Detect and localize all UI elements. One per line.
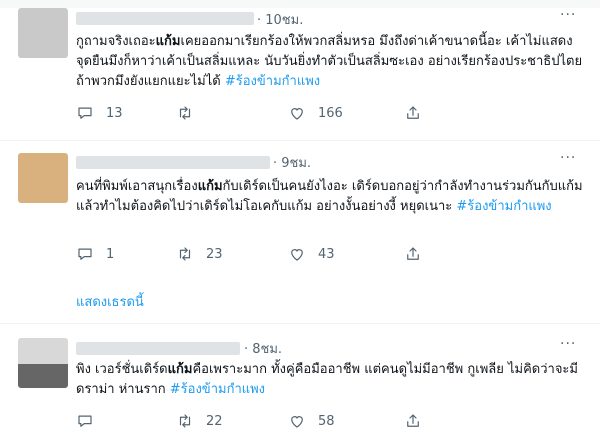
user-name-blurred[interactable] — [76, 12, 254, 25]
like-button[interactable]: 58 — [288, 412, 335, 430]
share-icon — [407, 106, 419, 119]
like-icon — [291, 108, 303, 120]
tweet-time[interactable]: · 9ชม. — [273, 152, 311, 173]
retweet-icon — [179, 414, 191, 428]
tweet-text: กูถามจริงเถอะแก้มเคยออกมาเรียกร้องให้พวก… — [76, 34, 583, 89]
avatar[interactable] — [18, 338, 68, 388]
tweet-actions: 22 58 — [76, 412, 576, 434]
tweet-text: พิง เวอร์ชั่นเดิร์ดแก้มคือเพราะมาก ทั้งค… — [76, 362, 578, 397]
share-button[interactable] — [404, 104, 434, 122]
reply-icon — [78, 107, 92, 119]
user-name-blurred[interactable] — [76, 342, 240, 355]
avatar[interactable] — [18, 153, 68, 203]
reply-icon — [78, 248, 92, 260]
tweet-actions: 13 166 — [76, 104, 576, 126]
hashtag-link[interactable]: #ร้องข้ามกำแพง — [456, 199, 551, 214]
retweet-button[interactable] — [176, 104, 206, 122]
tweet-text: คนที่พิมพ์เอาสนุกเรื่องแก้มกับเดิร์ดเป็น… — [76, 179, 583, 214]
avatar[interactable] — [18, 8, 68, 58]
tweet-time[interactable]: · 8ชม. — [244, 338, 282, 359]
retweet-icon — [179, 106, 191, 120]
more-icon[interactable]: ··· — [560, 336, 576, 352]
hashtag-link[interactable]: #ร้องข้ามกำแพง — [170, 382, 265, 397]
like-button[interactable]: 166 — [288, 104, 343, 122]
retweet-icon — [179, 247, 191, 261]
share-icon — [407, 247, 419, 260]
tweet-3[interactable]: · 8ชม. ··· พิง เวอร์ชั่นเดิร์ดแก้มคือเพร… — [0, 324, 600, 442]
retweet-button[interactable]: 23 — [176, 245, 223, 263]
like-icon — [291, 249, 303, 261]
user-name-blurred[interactable] — [76, 156, 270, 169]
show-thread-link[interactable]: แสดงเธรดนี้ — [76, 291, 144, 312]
tweet-actions: 1 23 43 — [76, 245, 576, 267]
share-button[interactable] — [404, 412, 434, 430]
reply-icon — [78, 415, 92, 427]
like-button[interactable]: 43 — [288, 245, 335, 263]
reply-button[interactable]: 1 — [76, 245, 114, 263]
like-icon — [291, 416, 303, 428]
reply-button[interactable]: 13 — [76, 104, 123, 122]
share-icon — [407, 414, 419, 427]
timeline: · 10ชม. ··· กูถามจริงเถอะแก้มเคยออกมาเรี… — [0, 0, 600, 442]
tweet-time[interactable]: · 10ชม. — [257, 9, 303, 30]
more-icon[interactable]: ··· — [560, 7, 576, 23]
share-button[interactable] — [404, 245, 434, 263]
reply-button[interactable] — [76, 412, 106, 430]
tweet-2[interactable]: · 9ชม. ··· คนที่พิมพ์เอาสนุกเรื่องแก้มกั… — [0, 141, 600, 321]
more-icon[interactable]: ··· — [560, 150, 576, 166]
hashtag-link[interactable]: #ร้องข้ามกำแพง — [225, 74, 320, 89]
retweet-button[interactable]: 22 — [176, 412, 223, 430]
tweet-1[interactable]: · 10ชม. ··· กูถามจริงเถอะแก้มเคยออกมาเรี… — [0, 0, 600, 135]
